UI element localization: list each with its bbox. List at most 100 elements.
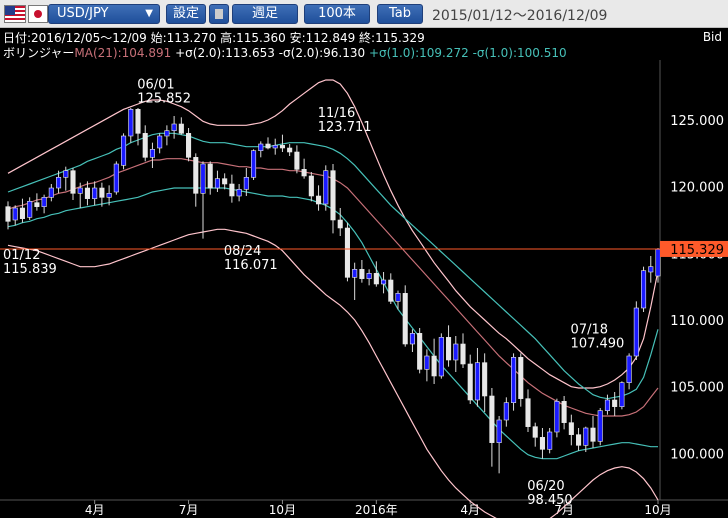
- annotation-value: 116.071: [224, 258, 278, 273]
- candle-body: [106, 193, 112, 198]
- candle-body: [149, 149, 155, 158]
- current-price-label: 115.329: [670, 243, 724, 258]
- candle-body: [323, 170, 329, 205]
- candle-body: [41, 197, 47, 207]
- candle-body: [287, 147, 293, 153]
- candle-body: [373, 273, 379, 285]
- candle-body: [5, 206, 11, 222]
- candle-body: [344, 227, 350, 278]
- candle-body: [655, 249, 661, 277]
- candle-body: [12, 207, 18, 221]
- candle-body: [467, 363, 473, 401]
- y-tick-label: 120.000: [670, 181, 724, 196]
- candle-body: [142, 133, 148, 158]
- candle-body: [48, 187, 54, 198]
- candle-body: [583, 427, 589, 446]
- candle-body: [352, 269, 358, 278]
- candle-body: [229, 183, 235, 197]
- candle-body: [453, 343, 459, 361]
- candle-body: [330, 170, 336, 221]
- candle-body: [532, 426, 538, 438]
- candle-body: [576, 434, 582, 446]
- candle-body: [251, 150, 257, 178]
- y-tick-label: 105.000: [670, 381, 724, 396]
- annotation-date: 11/16: [318, 106, 355, 121]
- candle-body: [294, 151, 300, 170]
- candle-body: [301, 169, 307, 177]
- candle-body: [193, 157, 199, 194]
- annotation-date: 06/01: [137, 78, 174, 93]
- candle-body: [92, 187, 98, 199]
- candle-body: [525, 398, 531, 427]
- candle-body: [518, 357, 524, 399]
- annotation-date: 08/24: [224, 244, 261, 259]
- annotation-date: 01/12: [3, 248, 40, 263]
- candle-body: [417, 333, 423, 370]
- annotation-value: 115.839: [3, 262, 57, 277]
- candle-body: [511, 357, 517, 403]
- candle-body: [34, 202, 40, 207]
- candle-body: [381, 279, 387, 285]
- candlestick-chart[interactable]: 125.000120.000115.000110.000105.000100.0…: [0, 0, 728, 518]
- candle-body: [222, 178, 228, 185]
- candle-body: [272, 145, 278, 149]
- x-tick-label: 2016年: [355, 503, 398, 517]
- annotation-value: 107.490: [571, 336, 625, 351]
- annotation-date: 07/18: [571, 322, 608, 337]
- candle-body: [164, 130, 170, 137]
- candle-body: [604, 399, 610, 411]
- x-tick-label: 10月: [644, 503, 671, 517]
- candle-body: [207, 163, 213, 189]
- candle-body: [128, 109, 134, 137]
- candle-body: [503, 402, 509, 421]
- candle-body: [63, 170, 69, 178]
- candle-body: [337, 219, 343, 229]
- candle-body: [402, 293, 408, 345]
- candle-body: [157, 135, 163, 149]
- candle-body: [554, 401, 560, 433]
- candle-body: [633, 307, 639, 357]
- y-tick-label: 110.000: [670, 314, 724, 329]
- x-tick-label: 7月: [179, 503, 199, 517]
- candle-body: [539, 437, 545, 450]
- candle-body: [99, 187, 105, 198]
- candle-body: [316, 195, 322, 205]
- candle-body: [186, 133, 192, 158]
- candle-body: [424, 355, 430, 370]
- candle-body: [561, 401, 567, 423]
- candle-body: [648, 266, 654, 273]
- candle-body: [359, 269, 365, 279]
- candle-body: [446, 337, 452, 361]
- candle-body: [135, 109, 141, 134]
- y-tick-label: 125.000: [670, 114, 724, 129]
- candle-body: [19, 207, 25, 219]
- x-tick-label: 4月: [85, 503, 105, 517]
- candle-body: [547, 431, 553, 450]
- candle-body: [243, 177, 249, 190]
- candle-body: [619, 382, 625, 407]
- candle-body: [496, 419, 502, 443]
- candle-body: [388, 279, 394, 302]
- candle-body: [641, 270, 647, 309]
- candle-body: [612, 399, 618, 407]
- candle-body: [70, 170, 76, 194]
- candle-body: [214, 178, 220, 189]
- candle-body: [597, 410, 603, 442]
- candle-body: [590, 427, 596, 442]
- candle-body: [438, 337, 444, 377]
- candle-body: [474, 362, 480, 401]
- candle-body: [113, 163, 119, 193]
- candle-body: [431, 355, 437, 377]
- candle-body: [200, 163, 206, 194]
- candle-body: [366, 273, 372, 279]
- candle-body: [489, 395, 495, 443]
- candle-body: [308, 175, 314, 197]
- y-tick-label: 100.000: [670, 447, 724, 462]
- candle-body: [265, 143, 271, 149]
- candle-body: [84, 187, 90, 199]
- candle-body: [27, 201, 33, 218]
- annotation-value: 123.711: [318, 120, 372, 135]
- candle-body: [409, 333, 415, 345]
- candle-body: [77, 187, 83, 194]
- candle-body: [178, 123, 184, 134]
